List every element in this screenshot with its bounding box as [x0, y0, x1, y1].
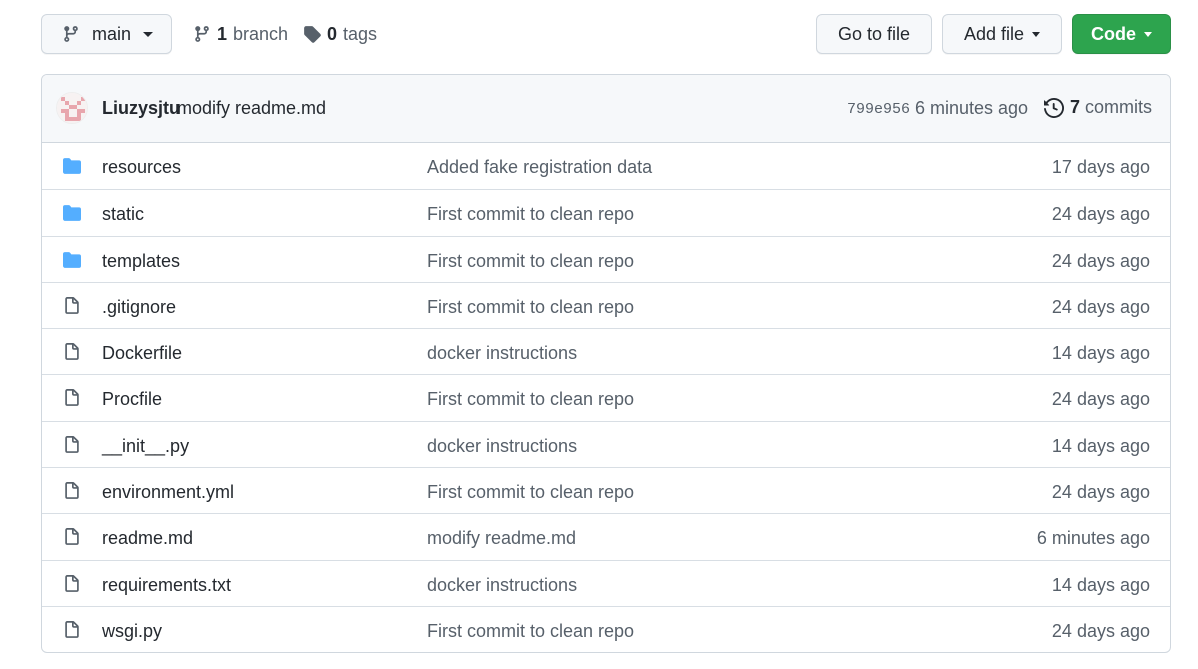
file-age: 6 minutes ago	[1036, 528, 1150, 549]
file-name-link[interactable]: wsgi.py	[102, 621, 162, 642]
file-icon	[62, 343, 82, 361]
commits-count: 7	[1070, 97, 1081, 117]
file-name-link[interactable]: templates	[102, 251, 180, 272]
file-commit-link[interactable]: modify readme.md	[427, 528, 576, 549]
git-branch-icon	[195, 26, 209, 42]
file-row[interactable]: readme.md modify readme.md 6 minutes ago	[42, 513, 1170, 559]
commit-author[interactable]: Liuzysjtu	[102, 98, 180, 119]
branch-name: main	[92, 23, 132, 44]
chevron-down-icon	[1144, 31, 1152, 37]
file-row[interactable]: Procfile First commit to clean repo 24 day…	[42, 374, 1170, 420]
file-age: 14 days ago	[1051, 435, 1150, 456]
file-age: 24 days ago	[1051, 389, 1150, 410]
file-age: 24 days ago	[1051, 482, 1150, 503]
file-name-link[interactable]: .gitignore	[102, 297, 176, 318]
file-row[interactable]: requirements.txt docker instructions 14 da…	[42, 559, 1170, 606]
file-icon	[62, 296, 82, 315]
file-commit-link[interactable]: First commit to clean repo	[427, 204, 634, 225]
add-file-button[interactable]: Add file	[942, 14, 1062, 54]
file-name-link[interactable]: resources	[102, 157, 181, 178]
branches-label: branch	[233, 23, 289, 44]
file-age: 14 days ago	[1051, 343, 1150, 364]
file-icon	[62, 620, 82, 639]
file-icon	[62, 435, 82, 454]
go-to-file-button[interactable]: Go to file	[816, 14, 932, 54]
file-row[interactable]: .gitignore First commit to clean repo 24 d…	[42, 281, 1170, 328]
tags-link[interactable]: 0 tags	[303, 14, 377, 54]
file-commit-link[interactable]: First commit to clean repo	[427, 297, 634, 318]
file-row[interactable]: static First commit to clean repo 24 days …	[42, 189, 1170, 235]
file-commit-link[interactable]: docker instructions	[427, 575, 577, 596]
repo-file-browser: Liuzysjtu modify readme.md 799e956 6 min…	[41, 74, 1171, 653]
file-name-link[interactable]: Dockerfile	[102, 343, 182, 364]
folder-icon	[62, 251, 82, 269]
commits-history-link[interactable]: 7 commits	[1044, 97, 1152, 118]
file-name-link[interactable]: static	[102, 204, 144, 225]
tags-label: tags	[343, 23, 378, 44]
git-branch-icon	[64, 26, 78, 42]
file-name-link[interactable]: readme.md	[102, 528, 193, 549]
branches-link[interactable]: 1 branch	[193, 14, 288, 54]
file-name-link[interactable]: __init__.py	[102, 436, 189, 457]
commit-sha[interactable]: 799e956	[847, 101, 910, 118]
file-age: 24 days ago	[1051, 620, 1150, 641]
file-row[interactable]: wsgi.py First commit to clean repo 24 days…	[42, 605, 1170, 652]
history-icon	[1044, 97, 1064, 118]
file-commit-link[interactable]: First commit to clean repo	[427, 389, 634, 410]
file-commit-link[interactable]: docker instructions	[427, 436, 577, 457]
latest-commit-bar: Liuzysjtu modify readme.md 799e956 6 min…	[42, 75, 1170, 143]
folder-icon	[62, 157, 82, 175]
go-to-file-label: Go to file	[837, 23, 911, 44]
file-row[interactable]: __init__.py docker instructions 14 days ag…	[42, 420, 1170, 467]
file-age: 24 days ago	[1051, 204, 1150, 225]
file-row[interactable]: templates First commit to clean repo 24 da…	[42, 235, 1170, 282]
file-commit-link[interactable]: First commit to clean repo	[427, 251, 634, 272]
repo-toolbar: main 1 branch 0 tags Go to file Add file…	[41, 14, 1171, 54]
file-icon	[62, 482, 82, 500]
file-row[interactable]: Dockerfile docker instructions 14 days ago	[42, 328, 1170, 374]
file-name-link[interactable]: requirements.txt	[102, 575, 231, 596]
file-icon	[62, 574, 82, 593]
file-age: 24 days ago	[1051, 296, 1150, 317]
file-commit-link[interactable]: Added fake registration data	[427, 157, 652, 178]
code-button[interactable]: Code	[1072, 14, 1171, 54]
file-row[interactable]: resources Added fake registration data 17 …	[42, 143, 1170, 189]
commits-label: commits	[1085, 97, 1153, 117]
file-commit-link[interactable]: First commit to clean repo	[427, 482, 634, 503]
add-file-label: Add file	[963, 23, 1025, 44]
file-commit-link[interactable]: docker instructions	[427, 343, 577, 364]
file-name-link[interactable]: Procfile	[102, 389, 162, 410]
file-age: 14 days ago	[1051, 574, 1150, 595]
tag-icon	[304, 26, 321, 43]
branch-select-button[interactable]: main	[41, 14, 172, 54]
file-row[interactable]: environment.yml First commit to clean rep…	[42, 467, 1170, 513]
file-icon	[62, 528, 82, 546]
file-name-link[interactable]: environment.yml	[102, 482, 234, 503]
file-icon	[62, 389, 82, 407]
code-label: Code	[1091, 23, 1136, 44]
identicon-icon	[57, 93, 87, 123]
commit-message[interactable]: modify readme.md	[177, 98, 326, 119]
tags-count: 0	[327, 23, 338, 44]
chevron-down-icon	[143, 31, 154, 37]
chevron-down-icon	[1032, 31, 1041, 37]
file-age: 24 days ago	[1051, 250, 1150, 271]
branches-count: 1	[217, 23, 228, 44]
folder-icon	[62, 204, 82, 222]
file-commit-link[interactable]: First commit to clean repo	[427, 621, 634, 642]
avatar[interactable]	[56, 92, 88, 124]
commit-time: 6 minutes ago	[915, 98, 1029, 118]
file-list: resources Added fake registration data 17 …	[42, 143, 1170, 652]
file-age: 17 days ago	[1051, 157, 1150, 177]
